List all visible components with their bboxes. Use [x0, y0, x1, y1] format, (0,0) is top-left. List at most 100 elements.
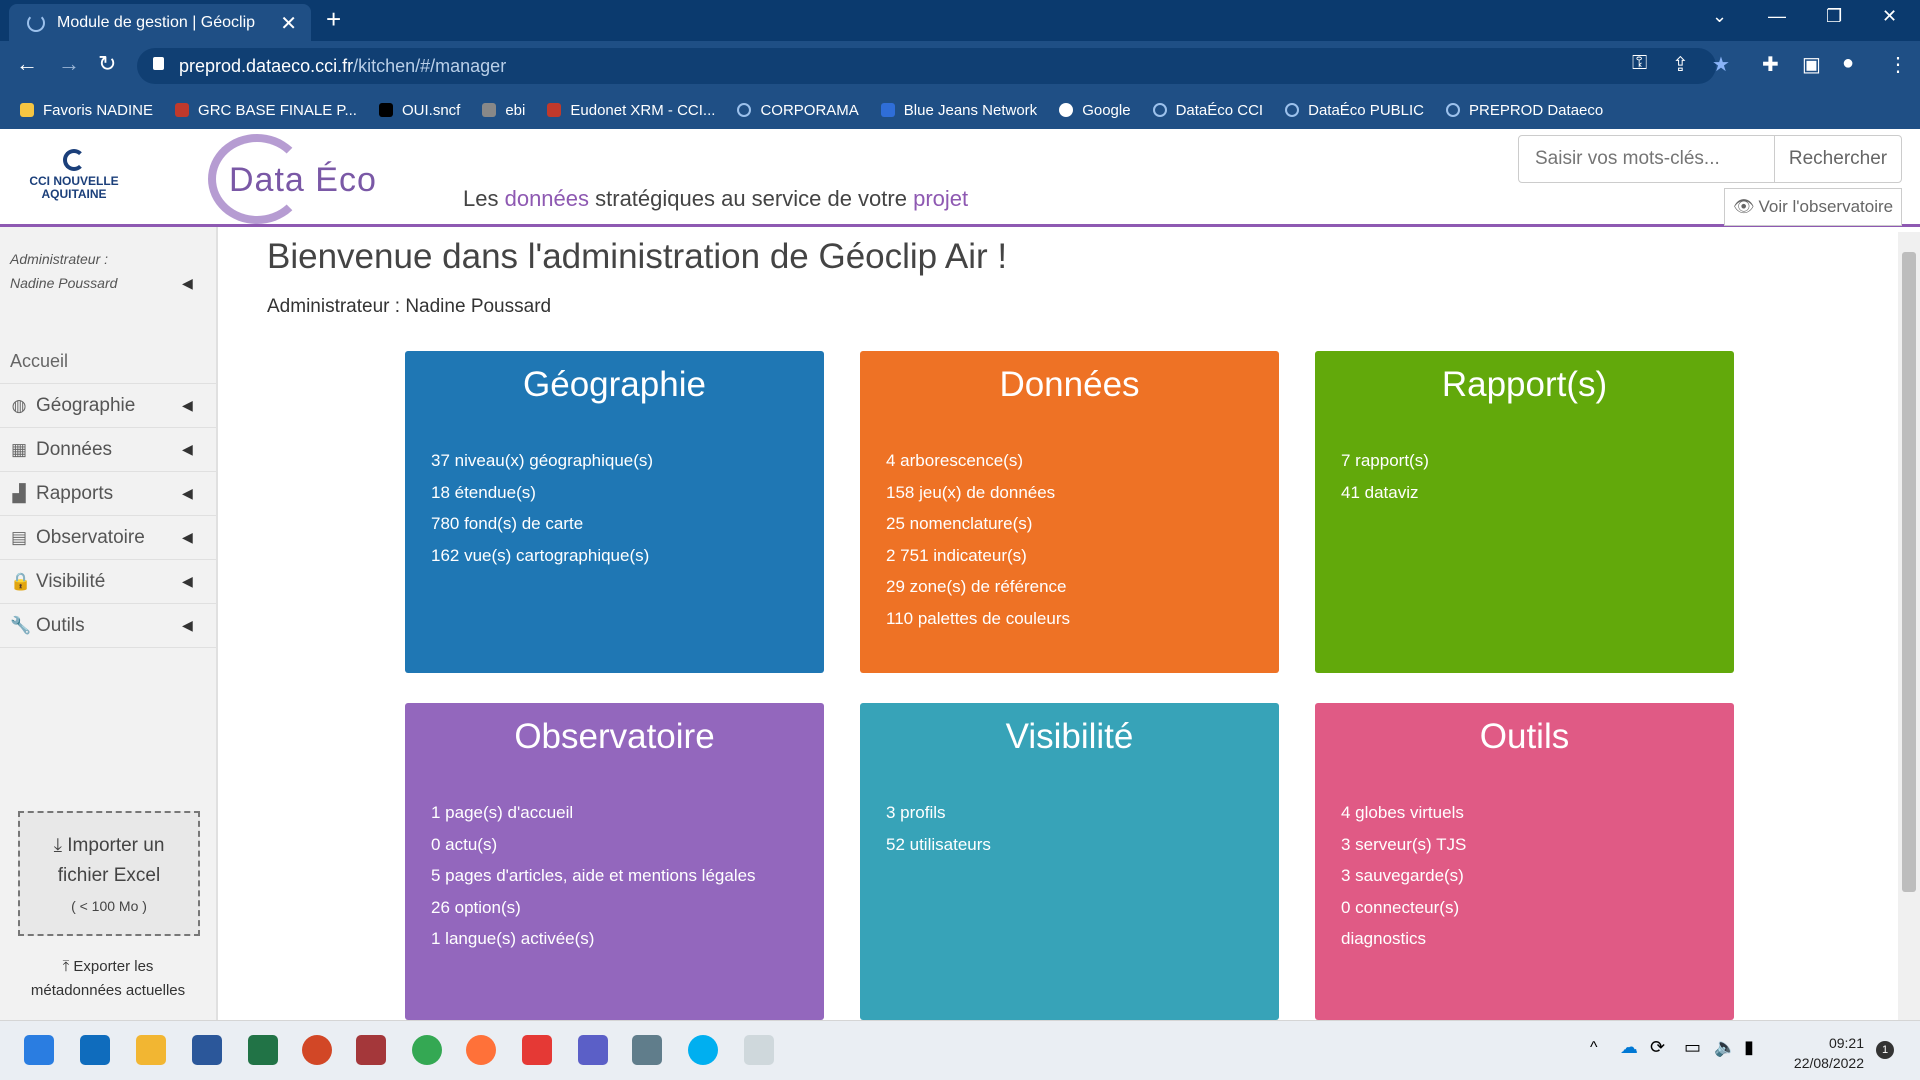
notification-badge[interactable]: 1 [1876, 1041, 1894, 1059]
reload-icon[interactable]: ↻ [98, 51, 116, 77]
card-stats: 4 globes virtuels 3 serveur(s) TJS 3 sauve… [1341, 797, 1734, 955]
card-stat-line: 162 vue(s) cartographique(s) [431, 545, 650, 565]
search-input[interactable] [1518, 135, 1775, 183]
card-observatoire[interactable]: Observatoire 1 page(s) d'accueil 0 actu(s)… [405, 703, 824, 1020]
sidebar-item-rapports[interactable]: ▟ Rapports ◀ [0, 472, 216, 516]
skype-icon[interactable] [688, 1035, 718, 1065]
powerpoint-icon[interactable] [302, 1035, 332, 1065]
card-stats: 3 profils 52 utilisateurs [886, 797, 1279, 860]
lock-icon: 🔒 [10, 571, 32, 591]
bookmark-item[interactable]: ebi [482, 102, 525, 119]
bookmark-item[interactable]: PREPROD Dataeco [1446, 102, 1603, 119]
snipping-tool-icon[interactable] [744, 1035, 774, 1065]
bookmark-item[interactable]: Eudonet XRM - CCI... [547, 102, 715, 119]
import-excel-dropzone[interactable]: ⤓ Importer un fichier Excel ( < 100 Mo ) [18, 811, 200, 936]
search-button[interactable]: Rechercher [1774, 135, 1902, 183]
card-title: Outils [1479, 717, 1570, 756]
scrollbar[interactable] [1898, 232, 1920, 1020]
browser-tab[interactable]: Module de gestion | Géoclip ✕ [9, 4, 311, 41]
bookmark-star-icon[interactable]: ★ [1712, 52, 1730, 77]
windows-start-icon[interactable] [24, 1035, 54, 1065]
caret-left-icon[interactable]: ◀ [182, 275, 193, 292]
bookmark-item[interactable]: OUI.sncf [378, 102, 460, 119]
lock-icon[interactable] [153, 57, 164, 70]
card-stat-line: 1 langue(s) activée(s) [431, 929, 595, 948]
bookmark-item[interactable]: DataÉco PUBLIC [1285, 102, 1424, 119]
card-stat-line: 3 sauvegarde(s) [1341, 866, 1464, 885]
minimize-icon[interactable]: — [1768, 6, 1786, 27]
onedrive-icon[interactable]: ☁ [1620, 1037, 1638, 1058]
security-app-icon[interactable] [522, 1035, 552, 1065]
sidebar-item-outils[interactable]: 🔧 Outils ◀ [0, 604, 216, 648]
card-visibilite[interactable]: Visibilité 3 profils 52 utilisateurs [860, 703, 1279, 1020]
outlook-icon[interactable] [80, 1035, 110, 1065]
card-stat-line: 4 globes virtuels [1341, 803, 1464, 822]
card-geographie[interactable]: Géographie 37 niveau(x) géographique(s) 18… [405, 351, 824, 673]
bookmark-icon [482, 103, 497, 117]
tab-search-icon[interactable]: ⌄ [1712, 6, 1727, 27]
bookmark-item[interactable]: Google [1059, 102, 1131, 119]
cci-logo[interactable]: CCI NOUVELLE AQUITAINE [24, 149, 124, 201]
card-stats: 37 niveau(x) géographique(s) 18 étendue(s… [431, 445, 824, 571]
clock[interactable]: 09:21 22/08/2022 [1780, 1033, 1864, 1073]
bookmark-icon [880, 103, 895, 117]
site-header: CCI NOUVELLE AQUITAINE Data Éco Les donn… [0, 129, 1920, 227]
sync-icon[interactable]: ⟳ [1650, 1037, 1665, 1058]
sidebar-item-accueil[interactable]: Accueil [0, 340, 216, 384]
teams-icon[interactable] [578, 1035, 608, 1065]
card-stat-line: 5 pages d'articles, aide et mentions lég… [431, 866, 756, 885]
restore-icon[interactable]: ❐ [1826, 6, 1842, 27]
back-icon[interactable]: ← [16, 51, 38, 77]
bookmark-item[interactable]: DataÉco CCI [1152, 102, 1263, 119]
side-panel-icon[interactable]: ▣ [1802, 52, 1821, 77]
export-metadata-link[interactable]: ⤒ Exporter les métadonnées actuelles [10, 955, 206, 1003]
scrollbar-thumb[interactable] [1902, 252, 1916, 892]
card-outils[interactable]: Outils 4 globes virtuels 3 serveur(s) TJS 3… [1315, 703, 1734, 1020]
calculator-icon[interactable] [632, 1035, 662, 1065]
bookmark-item[interactable]: Favoris NADINE [20, 102, 153, 119]
card-stats: 7 rapport(s) 41 dataviz [1341, 445, 1734, 508]
address-bar[interactable]: preprod.dataeco.cci.fr/kitchen/#/manager [137, 48, 1716, 84]
excel-icon[interactable] [248, 1035, 278, 1065]
forward-icon[interactable]: → [58, 51, 80, 77]
chrome-icon[interactable] [412, 1035, 442, 1065]
sidebar-item-donnees[interactable]: ▦ Données ◀ [0, 428, 216, 472]
sidebar-item-visibilite[interactable]: 🔒 Visibilité ◀ [0, 560, 216, 604]
close-tab-icon[interactable]: ✕ [280, 11, 297, 36]
card-title: Géographie [523, 365, 706, 404]
firefox-icon[interactable] [466, 1035, 496, 1065]
network-icon[interactable]: ▭ [1684, 1037, 1701, 1058]
bookmark-item[interactable]: Blue Jeans Network [880, 102, 1037, 119]
battery-icon[interactable]: ▮ [1744, 1037, 1754, 1058]
access-icon[interactable] [356, 1035, 386, 1065]
download-icon: ⤓ [53, 835, 62, 856]
extensions-icon[interactable]: ✚ [1762, 52, 1779, 77]
sidebar-item-geographie[interactable]: ◍ Géographie ◀ [0, 384, 216, 428]
dataeco-logo[interactable]: Data Éco [229, 161, 377, 200]
sidebar-item-observatoire[interactable]: ▤ Observatoire ◀ [0, 516, 216, 560]
bookmark-item[interactable]: CORPORAMA [737, 102, 859, 119]
file-explorer-icon[interactable] [136, 1035, 166, 1065]
view-observatory-button[interactable]: 👁 Voir l'observatoire [1724, 188, 1902, 226]
card-rapports[interactable]: Rapport(s) 7 rapport(s) 41 dataviz [1315, 351, 1734, 673]
chevron-up-icon[interactable]: ^ [1590, 1039, 1598, 1057]
card-stats: 4 arborescence(s) 158 jeu(x) de données 25… [886, 445, 1279, 634]
key-icon[interactable]: ⚿ [1632, 52, 1647, 75]
card-title: Observatoire [514, 717, 715, 756]
word-icon[interactable] [192, 1035, 222, 1065]
card-stat-line: 780 fond(s) de carte [431, 514, 584, 533]
share-icon[interactable]: ⇪ [1672, 52, 1689, 77]
admin-subtitle: Administrateur : Nadine Poussard [267, 296, 552, 317]
card-donnees[interactable]: Données 4 arborescence(s) 158 jeu(x) de do… [860, 351, 1279, 673]
close-window-icon[interactable]: ✕ [1882, 6, 1897, 27]
bookmark-item[interactable]: GRC BASE FINALE P... [175, 102, 357, 119]
volume-icon[interactable]: 🔈 [1714, 1037, 1736, 1058]
profile-icon[interactable]: ● [1842, 52, 1854, 75]
grid-icon: ▦ [10, 439, 28, 459]
eye-icon: 👁 [1732, 197, 1755, 216]
new-tab-button[interactable]: + [326, 4, 341, 35]
menu-icon[interactable]: ⋮ [1888, 52, 1908, 77]
caret-left-icon: ◀ [182, 397, 193, 413]
card-title: Visibilité [1005, 717, 1134, 756]
bar-chart-icon: ▟ [12, 483, 26, 503]
